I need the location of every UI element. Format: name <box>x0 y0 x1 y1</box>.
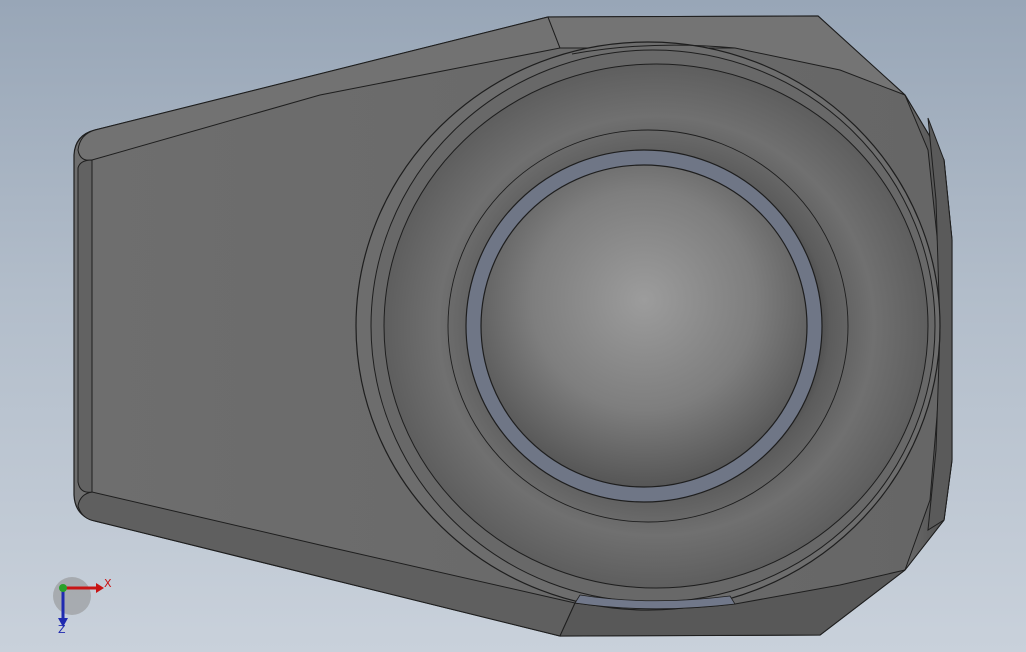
triad-y-axis <box>59 584 67 592</box>
model-view[interactable]: X Z <box>0 0 1026 652</box>
arm-end-face <box>77 159 93 493</box>
triad-z-label: Z <box>58 623 66 636</box>
graphics-viewport[interactable]: X Z <box>0 0 1026 652</box>
ball-stud-head[interactable] <box>480 164 808 488</box>
triad-plane-disc <box>53 577 91 615</box>
triad-x-arrow <box>96 583 104 593</box>
view-orientation-triad-icon[interactable]: X Z <box>53 577 112 636</box>
triad-x-label: X <box>104 577 112 590</box>
